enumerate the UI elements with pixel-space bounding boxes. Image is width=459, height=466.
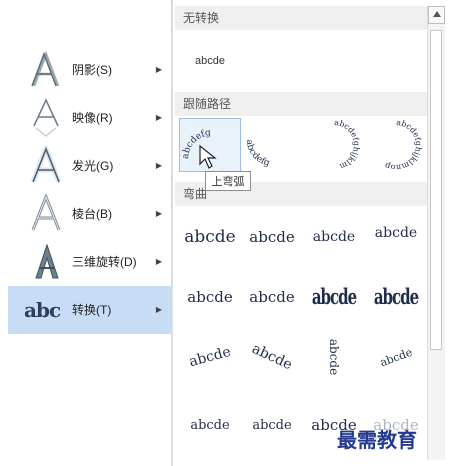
chevron-right-icon: ▶	[155, 257, 162, 266]
sample-text: abcde	[252, 417, 292, 433]
path-option-button[interactable]: abcdefghijklmnop	[365, 118, 427, 172]
sample-text: abcde	[195, 55, 225, 67]
circle-sample: abcdefghijklm	[334, 118, 361, 171]
warp-option[interactable]: abcde	[365, 210, 427, 264]
sample-text: abcde	[249, 288, 295, 306]
warp-option[interactable]: abcde	[179, 270, 241, 324]
scroll-thumb[interactable]	[430, 30, 442, 350]
menu-item-label: 三维旋转(D)	[72, 255, 137, 269]
sample-text: abcdefg	[244, 139, 271, 169]
menu-item-label: 转换(T)	[72, 303, 112, 317]
menu-item-label: 阴影(S)	[72, 63, 112, 77]
menu-item-label: 映像(R)	[72, 111, 113, 125]
sample-text: abcde	[249, 340, 295, 374]
svg-text:abcdefghijklm: abcdefghijklm	[334, 118, 361, 171]
warp-option[interactable]: abcde	[365, 270, 427, 324]
chevron-right-icon: ▶	[155, 161, 162, 170]
bevel-a-icon	[31, 194, 61, 231]
warp-option[interactable]: abcde	[241, 330, 303, 384]
warp-option[interactable]: abcde	[303, 210, 365, 264]
sample-text: abcde	[327, 338, 341, 376]
chevron-right-icon: ▶	[155, 305, 162, 314]
sample-text: abcde	[184, 227, 236, 247]
gallery-scrollbar[interactable]	[427, 6, 445, 460]
watermark: 最需教育	[337, 428, 417, 452]
transform-option-none[interactable]: abcde	[179, 34, 241, 88]
svg-text:abcdefg: abcdefg	[244, 139, 271, 169]
sample-text: abcde	[374, 225, 418, 241]
sample-text: abcde	[312, 229, 356, 245]
warp-option[interactable]: abcde	[303, 270, 365, 324]
sample-text: abcdefghijklm	[334, 118, 361, 171]
shadow-a-icon	[31, 50, 60, 87]
menu-item-3d-rotation[interactable]: 三维旋转(D) ▶	[8, 238, 172, 286]
transform-abc-icon: abc	[24, 298, 61, 322]
chevron-right-icon: ▶	[155, 209, 162, 218]
chevron-right-icon: ▶	[155, 113, 162, 122]
menu-item-glow[interactable]: 发光(G) ▶	[8, 142, 172, 190]
section-header-follow-path: 跟随路径	[175, 92, 427, 116]
menu-item-transform[interactable]: abc 转换(T) ▶	[8, 286, 172, 334]
warp-option[interactable]: abcde	[241, 270, 303, 324]
transform-gallery: 无转换 abcde 跟随路径 abcdefg abcdefg abcdefghi…	[172, 0, 459, 466]
warp-option[interactable]: abcde	[365, 330, 427, 384]
section-header-no-transform: 无转换	[175, 6, 427, 30]
sample-text: abcde	[187, 288, 233, 306]
svg-text:abcdefghijklmnop: abcdefghijklmnop	[384, 118, 424, 172]
path-option-arch-down[interactable]: abcdefg	[241, 118, 303, 172]
text-effects-menu: 阴影(S) ▶ 映像(R) ▶ 发光(G) ▶ 棱台(B) ▶ 三维旋转(D)	[0, 0, 172, 466]
warp-option[interactable]: abcde	[303, 330, 365, 384]
menu-item-reflection[interactable]: 映像(R) ▶	[8, 94, 172, 142]
warp-option[interactable]: abcde	[179, 398, 241, 452]
tooltip: 上弯弧	[205, 171, 251, 191]
warp-option[interactable]: abcde	[179, 330, 241, 384]
warp-option[interactable]: abcde	[241, 210, 303, 264]
sample-text: abcde	[187, 343, 233, 371]
reflection-a-icon	[33, 98, 59, 137]
sample-text: abcde	[373, 284, 419, 310]
warp-option[interactable]: abcde	[241, 398, 303, 452]
sample-text: abcde	[378, 345, 414, 369]
mouse-pointer-icon	[199, 144, 217, 169]
button-sample: abcdefghijklmnop	[384, 118, 424, 172]
glow-a-icon	[30, 146, 62, 183]
menu-item-label: 棱台(B)	[72, 207, 112, 221]
sample-text: abcdefghijklmnop	[384, 118, 424, 172]
chevron-right-icon: ▶	[155, 65, 162, 74]
sample-text: abcde	[249, 228, 295, 246]
arch-down-sample: abcdefg	[244, 139, 271, 169]
menu-item-bevel[interactable]: 棱台(B) ▶	[8, 190, 172, 238]
sample-text: abcde	[190, 417, 230, 433]
scroll-up-button[interactable]	[428, 6, 445, 24]
chevron-up-icon	[433, 11, 441, 17]
menu-item-shadow[interactable]: 阴影(S) ▶	[8, 46, 172, 94]
menu-item-label: 发光(G)	[72, 159, 114, 173]
path-option-circle[interactable]: abcdefghijklm	[303, 118, 365, 172]
3d-rotation-a-icon	[35, 243, 59, 279]
sample-text: abcde	[311, 284, 357, 310]
warp-option[interactable]: abcde	[179, 210, 241, 264]
